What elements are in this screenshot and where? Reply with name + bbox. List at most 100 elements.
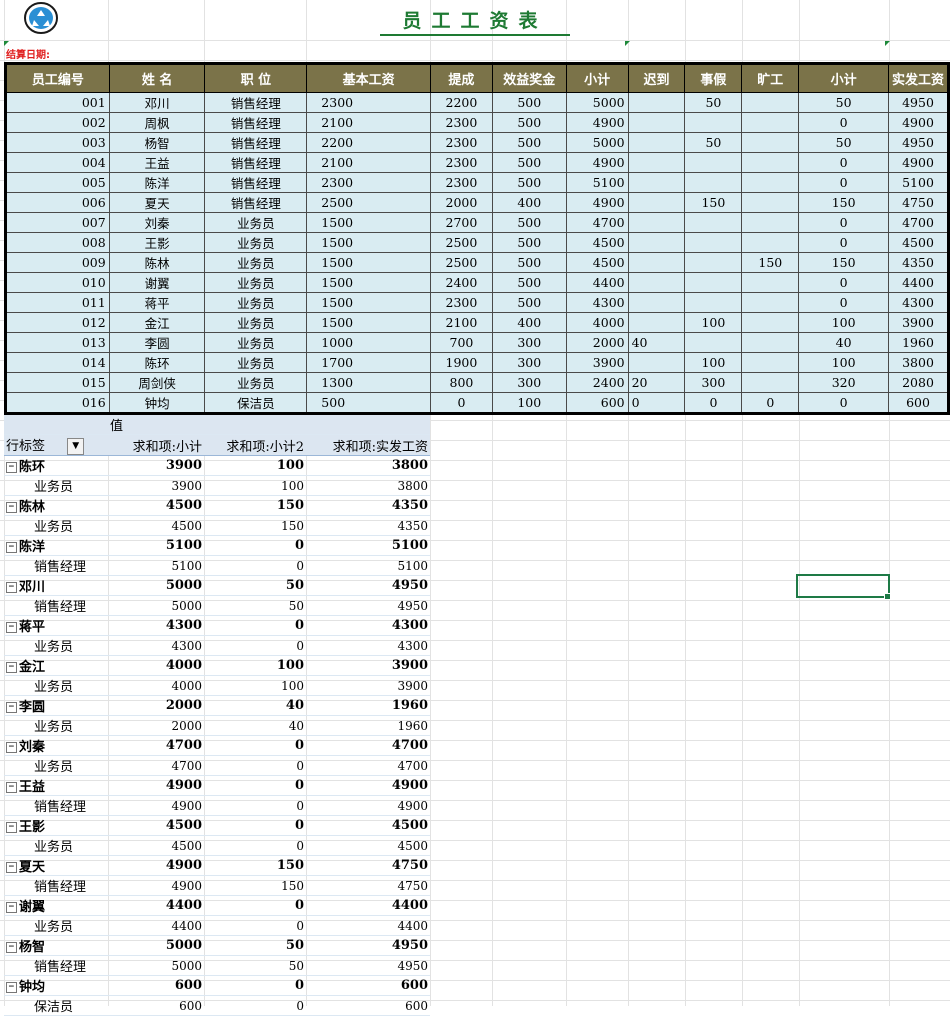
table-cell[interactable] [741,352,800,373]
table-cell[interactable]: 业务员 [204,212,308,233]
table-cell[interactable]: 5000 [565,92,629,113]
pivot-table[interactable]: 值 行标签 ▼ 求和项:小计 求和项:小计2 求和项:实发工资 − 陈环 3900 1… [4,415,430,1016]
table-cell[interactable]: 蒋平 [108,292,206,313]
table-cell[interactable]: 2500 [429,232,493,253]
table-cell[interactable]: 2100 [306,152,431,173]
table-cell[interactable]: 400 [491,312,567,333]
table-cell[interactable]: 钟均 [108,392,206,414]
table-cell[interactable]: 007 [5,212,110,233]
table-cell[interactable]: 500 [491,112,567,133]
table-cell[interactable]: 1300 [306,372,431,393]
collapse-icon[interactable]: − [6,782,17,793]
table-cell[interactable]: 008 [5,232,110,253]
pivot-group-label[interactable]: − 杨智 [4,935,108,956]
table-cell[interactable]: 2300 [429,152,493,173]
table-cell[interactable]: 业务员 [204,312,308,333]
table-cell[interactable]: 1500 [306,292,431,313]
table-cell[interactable]: 5000 [565,132,629,153]
table-cell[interactable] [627,192,686,213]
pivot-group-label[interactable]: − 刘秦 [4,735,108,756]
table-cell[interactable]: 4700 [888,212,949,233]
table-cell[interactable]: 011 [5,292,110,313]
table-cell[interactable]: 50 [684,132,743,153]
table-cell[interactable]: 2300 [306,92,431,113]
table-cell[interactable]: 4950 [888,132,949,153]
pivot-group-row[interactable]: − 刘秦 4700 0 4700 [4,735,430,756]
table-cell[interactable]: 2700 [429,212,493,233]
table-cell[interactable]: 2400 [429,272,493,293]
table-cell[interactable]: 4900 [565,192,629,213]
pivot-group-label[interactable]: − 陈环 [4,455,108,476]
table-cell[interactable]: 业务员 [204,372,308,393]
table-cell[interactable]: 2400 [565,372,629,393]
table-cell[interactable]: 周剑侠 [108,372,206,393]
table-cell[interactable] [684,332,743,353]
table-cell[interactable] [627,212,686,233]
table-cell[interactable]: 0 [741,392,800,414]
table-cell[interactable] [741,92,800,113]
table-cell[interactable]: 2100 [306,112,431,133]
table-cell[interactable] [684,232,743,253]
table-cell[interactable] [741,372,800,393]
selected-cell[interactable] [796,574,890,598]
table-cell[interactable]: 4900 [888,152,949,173]
table-cell[interactable]: 3900 [888,312,949,333]
table-cell[interactable]: 4500 [888,232,949,253]
table-cell[interactable] [684,252,743,273]
pivot-group-label[interactable]: − 谢翼 [4,895,108,916]
table-cell[interactable]: 销售经理 [204,192,308,213]
table-cell[interactable]: 2000 [429,192,493,213]
table-cell[interactable]: 50 [798,92,889,113]
table-cell[interactable]: 2200 [306,132,431,153]
table-cell[interactable]: 王益 [108,152,206,173]
table-cell[interactable]: 2300 [429,292,493,313]
table-cell[interactable]: 1500 [306,252,431,273]
table-cell[interactable]: 2000 [565,332,629,353]
table-cell[interactable]: 4900 [888,112,949,133]
table-cell[interactable]: 100 [491,392,567,414]
pivot-group-row[interactable]: − 钟均 600 0 600 [4,975,430,996]
table-cell[interactable] [627,272,686,293]
collapse-icon[interactable]: − [6,702,17,713]
table-cell[interactable]: 谢翼 [108,272,206,293]
table-cell[interactable]: 1960 [888,332,949,353]
table-cell[interactable]: 150 [684,192,743,213]
table-cell[interactable]: 2100 [429,312,493,333]
table-cell[interactable]: 0 [684,392,743,414]
table-cell[interactable]: 2300 [429,172,493,193]
table-cell[interactable]: 50 [798,132,889,153]
table-cell[interactable]: 004 [5,152,110,173]
table-cell[interactable]: 4000 [565,312,629,333]
table-cell[interactable]: 2500 [306,192,431,213]
table-cell[interactable]: 业务员 [204,272,308,293]
table-cell[interactable]: 012 [5,312,110,333]
pivot-row-label-cell[interactable]: 行标签 ▼ [4,434,108,456]
table-cell[interactable]: 5100 [888,172,949,193]
table-cell[interactable]: 100 [798,352,889,373]
table-cell[interactable]: 业务员 [204,352,308,373]
pivot-group-row[interactable]: − 陈林 4500 150 4350 [4,495,430,516]
table-cell[interactable]: 销售经理 [204,172,308,193]
table-cell[interactable]: 1500 [306,212,431,233]
table-cell[interactable]: 4750 [888,192,949,213]
table-cell[interactable]: 0 [798,232,889,253]
table-cell[interactable]: 2300 [429,112,493,133]
table-cell[interactable]: 400 [491,192,567,213]
pivot-group-label[interactable]: − 钟均 [4,975,108,996]
pivot-group-label[interactable]: − 蒋平 [4,615,108,636]
pivot-group-row[interactable]: − 李圆 2000 40 1960 [4,695,430,716]
table-cell[interactable]: 4400 [565,272,629,293]
table-cell[interactable]: 刘秦 [108,212,206,233]
table-cell[interactable]: 800 [429,372,493,393]
table-cell[interactable]: 150 [741,252,800,273]
table-cell[interactable] [684,212,743,233]
table-cell[interactable] [741,332,800,353]
table-cell[interactable]: 500 [491,132,567,153]
table-cell[interactable]: 杨智 [108,132,206,153]
table-cell[interactable]: 4950 [888,92,949,113]
table-cell[interactable]: 业务员 [204,252,308,273]
table-cell[interactable]: 4300 [565,292,629,313]
collapse-icon[interactable]: − [6,502,17,513]
table-cell[interactable]: 4700 [565,212,629,233]
table-cell[interactable]: 500 [491,212,567,233]
